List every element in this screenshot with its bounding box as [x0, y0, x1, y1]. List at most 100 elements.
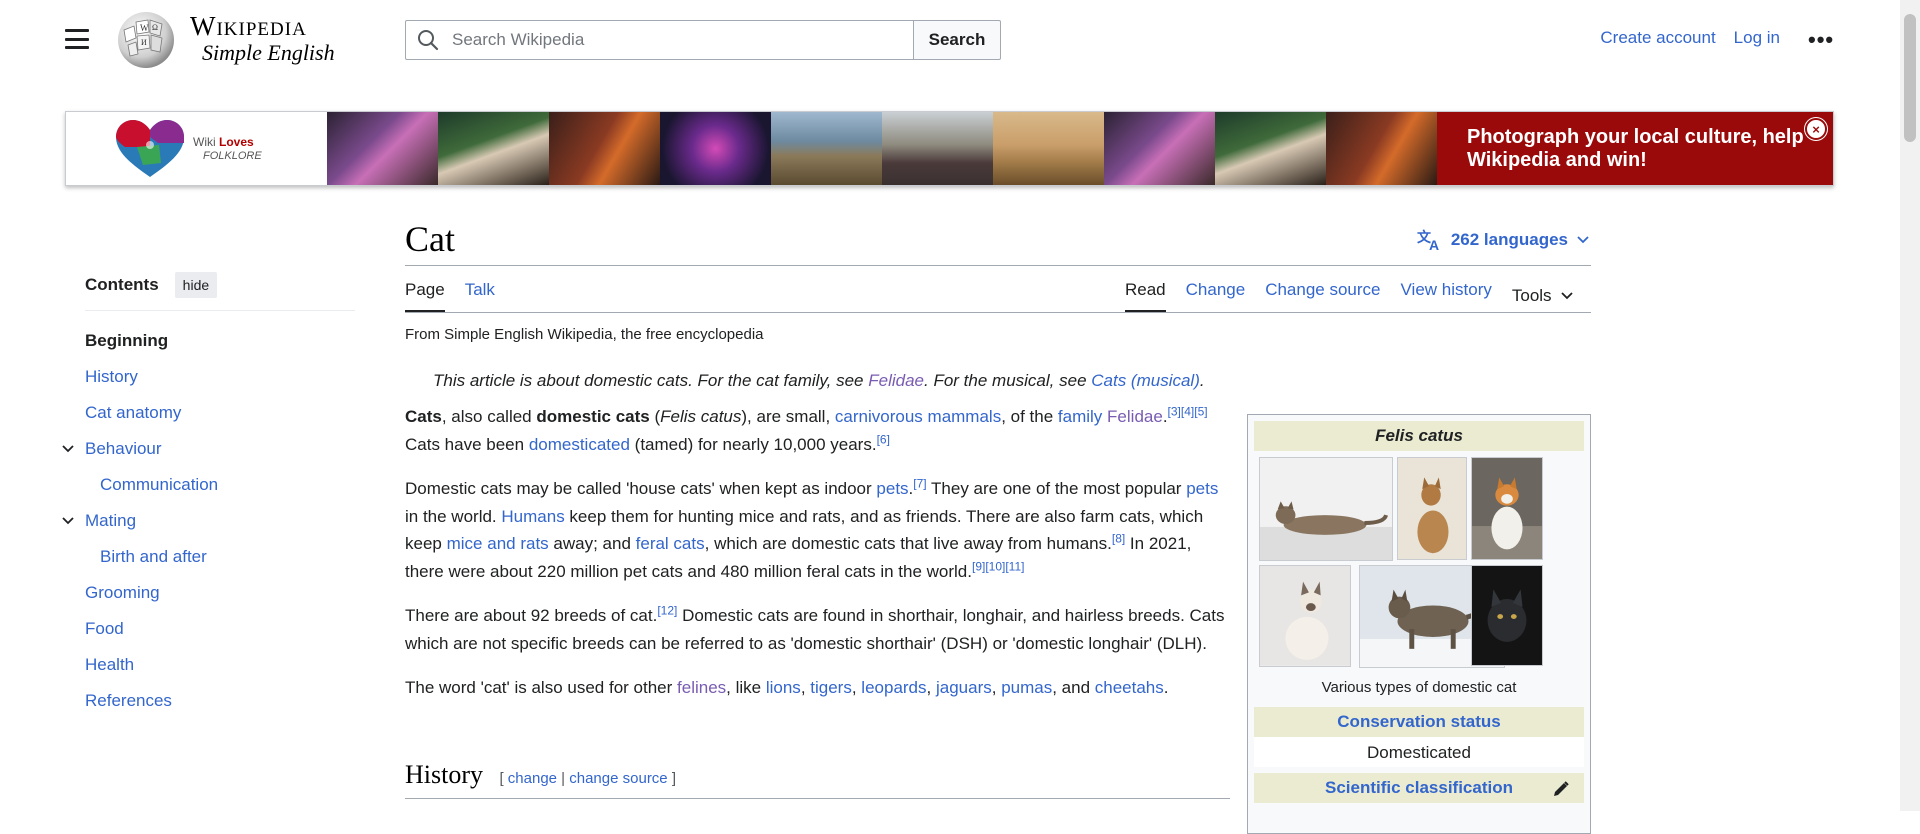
banner-close-icon[interactable]: × [1805, 118, 1827, 140]
reference-link[interactable]: [3] [1168, 404, 1181, 418]
and-link[interactable]: and [487, 534, 515, 553]
toc-item-beginning[interactable]: Beginning [85, 323, 355, 359]
toc-item-behaviour[interactable]: Behaviour [62, 431, 355, 467]
toc-hide-button[interactable]: hide [174, 272, 218, 298]
reference-link[interactable]: [7] [913, 476, 926, 490]
felines-link[interactable]: felines [677, 678, 726, 697]
conservation-status-link[interactable]: Conservation status [1337, 712, 1500, 731]
infobox-image-grid[interactable] [1259, 457, 1584, 668]
scientific-classification-header: Scientific classification [1254, 773, 1584, 803]
reference-link[interactable]: [8] [1112, 531, 1125, 545]
cat-photo[interactable] [1259, 457, 1393, 562]
pencil-edit-icon[interactable] [1552, 780, 1570, 798]
tab-talk[interactable]: Talk [465, 280, 495, 312]
create-account-link[interactable]: Create account [1600, 28, 1715, 48]
pumas-link[interactable]: pumas [1001, 678, 1052, 697]
mice-link[interactable]: mice [447, 534, 483, 553]
toc-item-grooming[interactable]: Grooming [85, 575, 355, 611]
banner-logo-text: Wiki Loves FOLKLORE [193, 135, 262, 163]
cheetahs-link[interactable]: cheetahs [1095, 678, 1164, 697]
tab-change[interactable]: Change [1186, 280, 1246, 312]
reference-link[interactable]: [12] [657, 603, 677, 617]
more-options-icon[interactable]: ••• [1808, 29, 1834, 51]
feral-cats-link[interactable]: feral cats [636, 534, 705, 553]
reference-link[interactable]: [9] [972, 559, 985, 573]
text: . [1163, 678, 1169, 697]
reference-link[interactable]: [5] [1194, 404, 1207, 418]
banner-cta-text[interactable]: Photograph your local culture, help Wiki… [1467, 126, 1804, 171]
chevron-down-icon[interactable] [61, 431, 77, 467]
infobox-title: Felis catus [1254, 421, 1584, 451]
wikipedia-globe-logo[interactable]: W Ω И [114, 10, 178, 70]
section-change-link[interactable]: change [508, 770, 557, 787]
scrollbar-thumb[interactable] [1904, 14, 1916, 142]
cat-photo[interactable] [1259, 565, 1351, 667]
carnivorous-link[interactable]: carnivorous [835, 407, 923, 426]
text: There are about 92 breeds of cat. [405, 606, 658, 625]
cats-musical-link[interactable]: Cats (musical) [1091, 371, 1200, 390]
hatnote-text: . [1199, 371, 1205, 390]
languages-count[interactable]: 262 languages [1451, 230, 1568, 250]
banner-cta[interactable]: Photograph your local culture, help Wiki… [1437, 112, 1833, 185]
logo-folklore-text: FOLKLORE [203, 149, 262, 162]
wiki-loves-folklore-banner[interactable]: Wiki Loves FOLKLORE Photograph your loca… [65, 111, 1834, 186]
wikipedia-wordmark[interactable]: Wikipedia Simple English [190, 12, 335, 66]
toc-item-references[interactable]: References [85, 683, 355, 719]
toc-item-health[interactable]: Health [85, 647, 355, 683]
search-input[interactable] [450, 29, 870, 51]
chevron-down-icon[interactable] [61, 503, 77, 539]
text: , [800, 678, 811, 697]
tools-label[interactable]: Tools [1512, 286, 1552, 306]
section-title: History [405, 760, 483, 789]
toc-item-birth-and-after[interactable]: Birth and after [85, 539, 355, 575]
reference-link[interactable]: [11] [1005, 559, 1024, 573]
text: , and [1052, 678, 1095, 697]
banner-logo: Wiki Loves FOLKLORE [66, 112, 327, 185]
text: , of the [1001, 407, 1058, 426]
tab-read[interactable]: Read [1125, 280, 1166, 312]
language-selector[interactable]: 文 A 262 languages [1417, 228, 1590, 252]
conservation-status-header: Conservation status [1254, 707, 1584, 737]
cat-photo[interactable] [1471, 457, 1543, 561]
cat-photo[interactable] [1471, 565, 1543, 667]
tab-change-source[interactable]: Change source [1265, 280, 1380, 312]
leopards-link[interactable]: leopards [861, 678, 926, 697]
reference-link[interactable]: [6] [877, 432, 890, 446]
tools-menu[interactable]: Tools [1512, 280, 1574, 312]
tab-view-history[interactable]: View history [1401, 280, 1492, 312]
main-menu-icon[interactable] [62, 26, 92, 52]
toc-item-food[interactable]: Food [85, 611, 355, 647]
toc-item-mating-label[interactable]: Mating [85, 511, 136, 530]
domesticated-link[interactable]: domesticated [529, 435, 630, 454]
title-divider [405, 265, 1591, 266]
humans-link[interactable]: Humans [501, 507, 564, 526]
family-link[interactable]: family [1058, 407, 1102, 426]
reference-link[interactable]: [10] [985, 559, 1005, 573]
cat-photo[interactable] [1397, 457, 1467, 561]
toc-item-history[interactable]: History [85, 359, 355, 395]
pets-link[interactable]: pets [876, 479, 908, 498]
tigers-link[interactable]: tigers [810, 678, 852, 697]
scientific-classification-link[interactable]: Scientific classification [1325, 778, 1513, 797]
rats-link[interactable]: rats [520, 534, 548, 553]
felidae-link[interactable]: Felidae [868, 371, 924, 390]
toc-item-behaviour-label[interactable]: Behaviour [85, 439, 162, 458]
jaguars-link[interactable]: jaguars [936, 678, 992, 697]
section-change-source-link[interactable]: change source [569, 770, 667, 787]
page-scrollbar[interactable] [1900, 0, 1920, 811]
logo-loves-text: Loves [219, 134, 254, 149]
reference-link[interactable]: [4] [1181, 404, 1194, 418]
namespace-tabs: Page Talk [405, 280, 495, 312]
toc-item-cat-anatomy[interactable]: Cat anatomy [85, 395, 355, 431]
tab-page[interactable]: Page [405, 280, 445, 312]
search-box [405, 20, 914, 60]
text: Cats have been [405, 434, 529, 454]
lions-link[interactable]: lions [766, 678, 801, 697]
toc-item-mating[interactable]: Mating [62, 503, 355, 539]
log-in-link[interactable]: Log in [1734, 28, 1780, 48]
mammals-link[interactable]: mammals [928, 407, 1002, 426]
toc-item-communication[interactable]: Communication [85, 467, 355, 503]
pets-link[interactable]: pets [1186, 479, 1218, 498]
search-button[interactable]: Search [913, 20, 1001, 60]
felidae-link[interactable]: Felidae [1107, 407, 1163, 426]
